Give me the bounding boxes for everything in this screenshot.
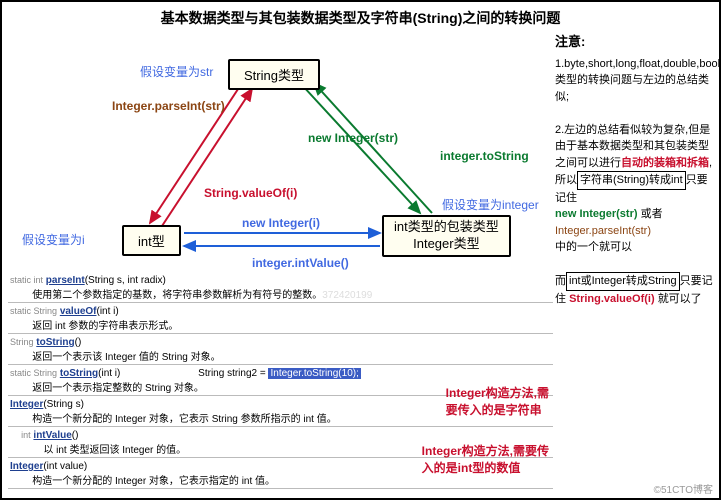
lbl-valueof: String.valueOf(i) (204, 186, 297, 200)
side-notes: 注意: 1.byte,short,long,float,double,boole… (555, 32, 715, 307)
box-int: int型 (122, 225, 181, 256)
mnote2: Integer构造方法,需要传入的是int型的数值 (422, 442, 549, 476)
lbl-assume-integer: 假设变量为integer (442, 196, 539, 213)
side-p1: 1.byte,short,long,float,double,boolean类型… (555, 56, 715, 106)
diagram: String类型 int型 int类型的包装类型 Integer类型 假设变量为… (2, 31, 552, 271)
box-integer: int类型的包装类型 Integer类型 (382, 215, 511, 257)
lbl-newint-str: new Integer(str) (308, 131, 398, 145)
mnote1: Integer构造方法,需要传入的是字符串 (446, 384, 549, 418)
footer-watermark: ©51CTO博客 (654, 481, 713, 496)
side-heading: 注意: (555, 32, 715, 52)
lbl-newint-i: new Integer(i) (242, 216, 320, 230)
side-p3: new Integer(str) 或者Integer.parseInt(str)… (555, 206, 715, 256)
box-integer-l1: int类型的包装类型 (394, 219, 499, 236)
lbl-intvalue: integer.intValue() (252, 256, 349, 270)
lbl-parseint: Integer.parseInt(str) (112, 99, 225, 113)
side-p2: 2.左边的总结看似较为复杂,但是由于基本数据类型和其包装类型之间可以进行自动的装… (555, 122, 715, 207)
box-string: String类型 (228, 59, 320, 90)
box-integer-l2: Integer类型 (394, 236, 499, 253)
lbl-assume-i: 假设变量为i (22, 231, 85, 248)
method-list: static int parseInt(String s, int radix)… (8, 272, 553, 491)
lbl-assume-str: 假设变量为str (140, 63, 213, 80)
side-p4: 而int或Integer转成String只要记住 String.valueOf(… (555, 272, 715, 307)
lbl-tostring: integer.toString (440, 149, 529, 163)
page-title: 基本数据类型与其包装数据类型及字符串(String)之间的转换问题 (2, 2, 719, 31)
